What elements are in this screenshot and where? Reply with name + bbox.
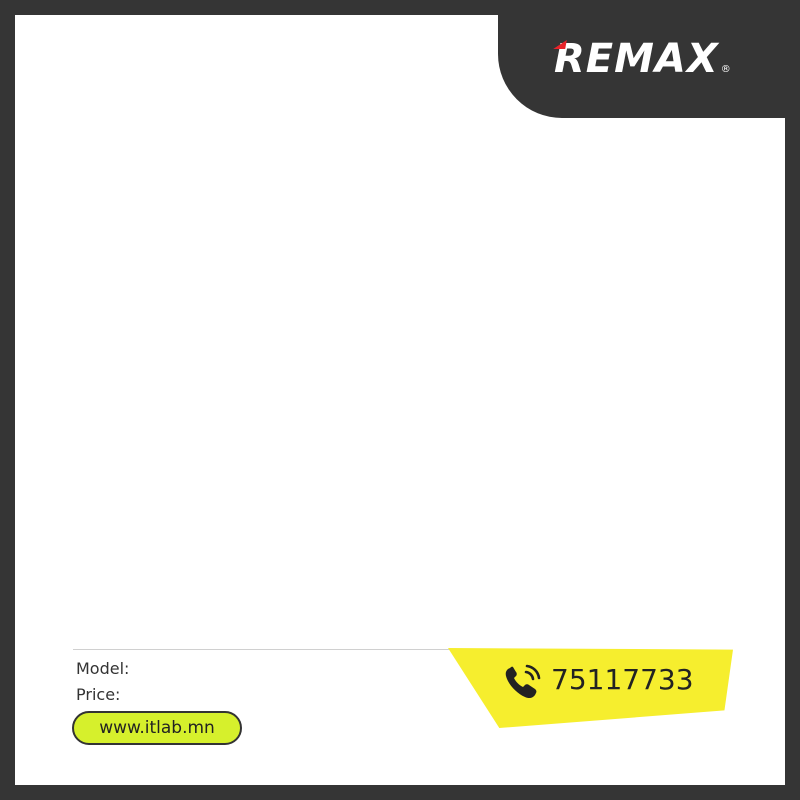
logo-accent-mark — [553, 40, 567, 49]
phone-banner: 75117733 — [448, 648, 733, 728]
phone-ringing-icon — [505, 664, 541, 699]
brand-logo: REMAX ® — [553, 36, 731, 82]
registered-mark: ® — [720, 64, 731, 75]
phone-number[interactable]: 75117733 — [551, 662, 694, 698]
product-card: REMAX ® Model: Price: www.itlab.mn 75117… — [15, 15, 785, 785]
info-divider — [73, 649, 463, 650]
brand-name: REMAX — [554, 36, 719, 82]
brand-tab: REMAX ® — [498, 15, 785, 118]
website-text: www.itlab.mn — [99, 718, 215, 738]
model-label: Model: — [76, 659, 130, 678]
price-label: Price: — [76, 685, 121, 704]
website-link[interactable]: www.itlab.mn — [72, 711, 242, 745]
